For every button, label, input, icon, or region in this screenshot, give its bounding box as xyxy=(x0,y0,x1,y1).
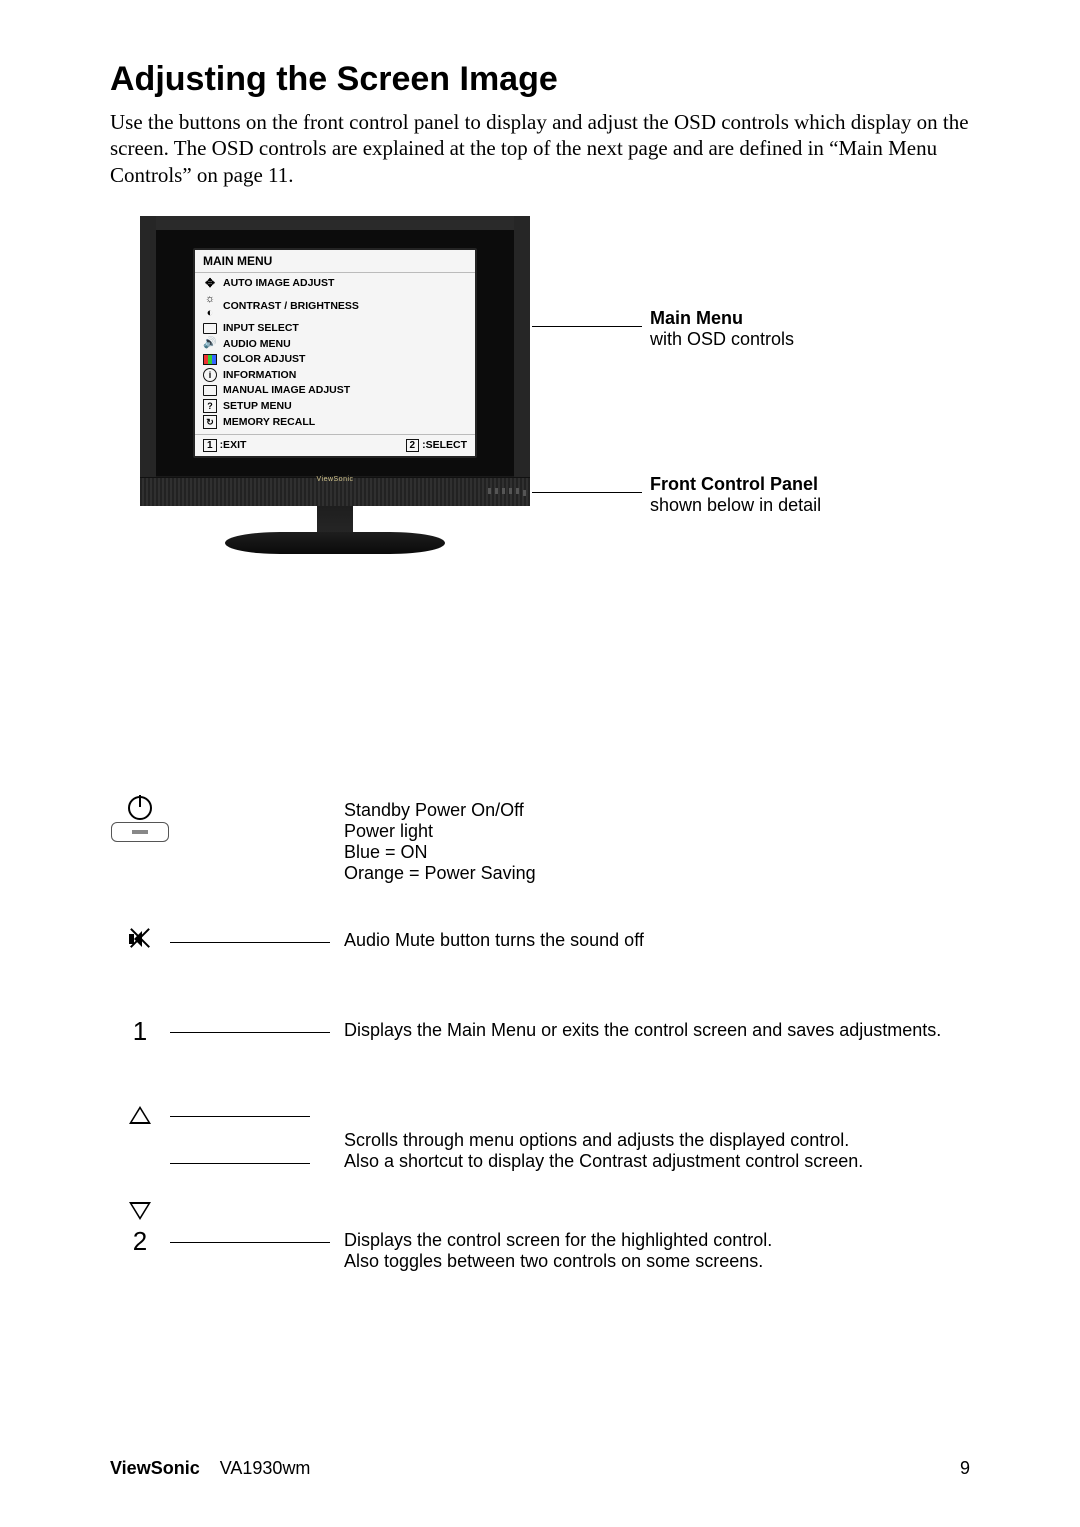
osd-item: CONTRAST / BRIGHTNESS xyxy=(223,300,359,313)
arrow-up-icon xyxy=(129,1106,151,1124)
osd-item: INFORMATION xyxy=(223,369,296,382)
arrows-desc-line: Also a shortcut to display the Contrast … xyxy=(344,1151,970,1172)
footer-brand: ViewSonic xyxy=(110,1458,200,1478)
footer-model: VA1930wm xyxy=(220,1458,311,1478)
power-led-icon xyxy=(111,822,169,842)
move-icon: ✥ xyxy=(203,276,217,291)
section-heading: Adjusting the Screen Image xyxy=(110,60,970,99)
power-desc-line: Power light xyxy=(344,821,970,842)
manual-icon xyxy=(203,385,217,396)
main-menu-label-title: Main Menu xyxy=(650,308,794,329)
osd-title: MAIN MENU xyxy=(195,250,475,273)
input-icon xyxy=(203,323,217,334)
arrows-row: Scrolls through menu options and adjusts… xyxy=(110,1106,970,1226)
button-2-desc-line: Also toggles between two controls on som… xyxy=(344,1251,970,1272)
button-2-row: 2 Displays the control screen for the hi… xyxy=(110,1226,970,1316)
button-1-icon: 1 xyxy=(133,1016,147,1047)
osd-item: AUDIO MENU xyxy=(223,338,291,351)
osd-item: COLOR ADJUST xyxy=(223,353,305,366)
intro-paragraph: Use the buttons on the front control pan… xyxy=(110,109,970,188)
front-buttons-mini xyxy=(488,488,526,500)
arrows-desc-line: Scrolls through menu options and adjusts… xyxy=(344,1130,970,1151)
power-desc-line: Orange = Power Saving xyxy=(344,863,970,884)
info-icon: i xyxy=(203,368,217,382)
arrow-down-icon xyxy=(129,1202,151,1220)
brightness-icon: ☼ ◐ xyxy=(203,293,217,321)
osd-item: SETUP MENU xyxy=(223,400,292,413)
main-menu-label-sub: with OSD controls xyxy=(650,329,794,350)
osd-item: MEMORY RECALL xyxy=(223,416,315,429)
osd-item: INPUT SELECT xyxy=(223,322,299,335)
osd-item: MANUAL IMAGE ADJUST xyxy=(223,384,350,397)
power-desc-line: Standby Power On/Off xyxy=(344,800,970,821)
osd-main-menu: MAIN MENU ✥ AUTO IMAGE ADJUST ☼ ◐ CONTRAST… xyxy=(193,248,477,459)
speaker-icon: 🔊 xyxy=(203,337,217,351)
color-icon xyxy=(203,354,217,365)
osd-footer-select: 2:SELECT xyxy=(406,439,467,452)
button-1-row: 1 Displays the Main Menu or exits the co… xyxy=(110,1016,970,1106)
monitor-illustration: MAIN MENU ✥ AUTO IMAGE ADJUST ☼ ◐ CONTRAST… xyxy=(110,216,970,616)
button-2-desc-line: Displays the control screen for the high… xyxy=(344,1230,970,1251)
osd-footer-exit: 1:EXIT xyxy=(203,439,246,452)
button-1-desc: Displays the Main Menu or exits the cont… xyxy=(330,1016,970,1041)
recall-icon: ↻ xyxy=(203,415,217,429)
front-panel-label-sub: shown below in detail xyxy=(650,495,821,516)
footer-page-number: 9 xyxy=(960,1458,970,1479)
monitor-chin: ViewSonic xyxy=(140,477,530,506)
osd-item: AUTO IMAGE ADJUST xyxy=(223,277,334,290)
button-2-icon: 2 xyxy=(133,1226,147,1257)
mute-row: Audio Mute button turns the sound off xyxy=(110,926,970,1016)
power-row: Standby Power On/Off Power light Blue = … xyxy=(110,796,970,926)
mute-desc: Audio Mute button turns the sound off xyxy=(330,926,970,951)
power-desc-line: Blue = ON xyxy=(344,842,970,863)
setup-icon: ? xyxy=(203,399,217,413)
power-icon xyxy=(128,796,152,820)
front-panel-label-title: Front Control Panel xyxy=(650,474,821,495)
mute-icon xyxy=(127,926,153,952)
